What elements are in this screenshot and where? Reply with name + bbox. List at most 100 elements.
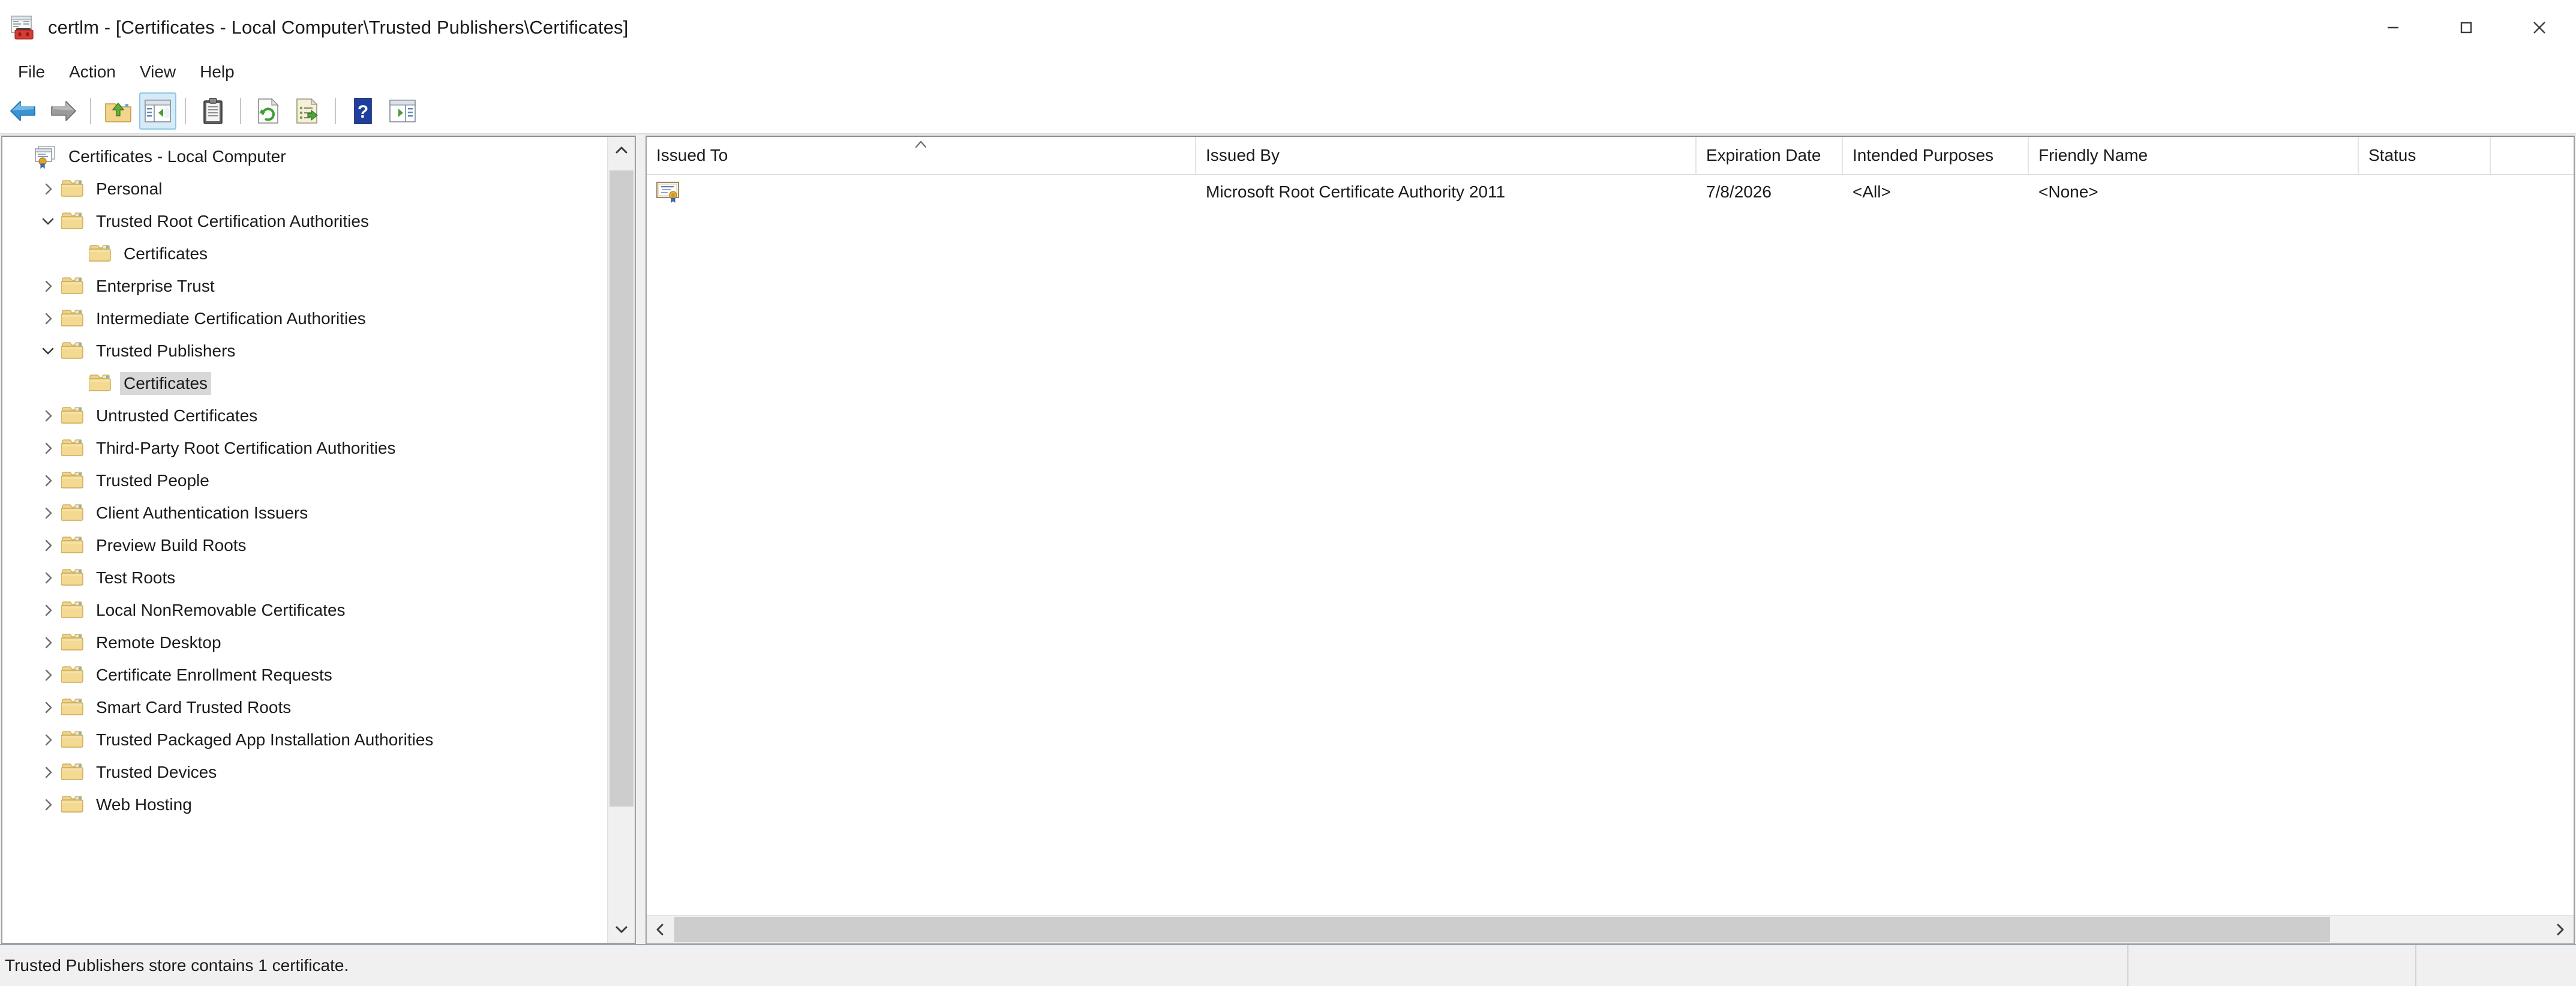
toolbar-separator: [335, 98, 336, 124]
tree-item-intermediate-certification-authorities[interactable]: Intermediate Certification Authorities: [2, 302, 607, 335]
folder-icon: [61, 209, 85, 233]
chevron-right-icon[interactable]: [35, 662, 61, 688]
console-tree: Certificates - Local Computer Personal Tru…: [2, 137, 607, 943]
status-bar: Trusted Publishers store contains 1 cert…: [0, 944, 2576, 986]
list-scroll-thumb[interactable]: [674, 917, 2330, 942]
properties-icon[interactable]: [194, 92, 232, 130]
chevron-right-icon[interactable]: [35, 273, 61, 299]
refresh-icon[interactable]: [250, 92, 287, 130]
folder-icon: [61, 534, 85, 558]
tree-item-label: Certificates - Local Computer: [68, 147, 286, 166]
tree-item-certificates[interactable]: Certificates: [2, 367, 607, 400]
column-header-issued-to[interactable]: Issued To: [647, 137, 1196, 174]
tree-item-trusted-packaged-app-installation-authorities[interactable]: Trusted Packaged App Installation Author…: [2, 724, 607, 756]
column-header-intended-purposes[interactable]: Intended Purposes: [1843, 137, 2029, 174]
list-horizontal-scrollbar[interactable]: [647, 915, 2574, 943]
column-header-status[interactable]: Status: [2359, 137, 2491, 174]
forward-icon[interactable]: [44, 92, 82, 130]
tree-item-trusted-devices[interactable]: Trusted Devices: [2, 756, 607, 789]
scroll-left-icon[interactable]: [647, 916, 674, 943]
chevron-right-icon[interactable]: [35, 727, 61, 753]
tree-item-untrusted-certificates[interactable]: Untrusted Certificates: [2, 400, 607, 432]
tree-item-test-roots[interactable]: Test Roots: [2, 562, 607, 594]
help-icon[interactable]: ?: [344, 92, 382, 130]
cell-expiration-date: 7/8/2026: [1706, 182, 1772, 201]
tree-item-certificates-local-computer[interactable]: Certificates - Local Computer: [2, 140, 607, 173]
scroll-down-icon[interactable]: [608, 915, 635, 943]
list-scroll-track[interactable]: [674, 916, 2546, 943]
column-header-label: Status: [2368, 146, 2416, 164]
sort-ascending-icon: [912, 138, 929, 152]
column-header-issued-by[interactable]: Issued By: [1196, 137, 1697, 174]
chevron-right-icon[interactable]: [35, 694, 61, 721]
up-one-level-icon[interactable]: [100, 92, 137, 130]
pane-splitter[interactable]: [636, 136, 645, 944]
chevron-down-icon[interactable]: [35, 208, 61, 235]
chevron-right-icon[interactable]: [35, 630, 61, 656]
export-list-icon[interactable]: [289, 92, 326, 130]
chevron-down-icon[interactable]: [35, 338, 61, 364]
tree-item-third-party-root-certification-authorities[interactable]: Third-Party Root Certification Authoriti…: [2, 432, 607, 464]
column-header-label: Expiration Date: [1706, 146, 1821, 164]
tree-scroll-track[interactable]: [608, 164, 635, 915]
menu-item-help[interactable]: Help: [188, 59, 247, 85]
scroll-right-icon[interactable]: [2546, 916, 2574, 943]
menu-item-file[interactable]: File: [6, 59, 57, 85]
toolbar-separator: [90, 98, 91, 124]
chevron-right-icon[interactable]: [35, 565, 61, 591]
chevron-right-icon[interactable]: [35, 792, 61, 818]
chevron-right-icon[interactable]: [35, 759, 61, 786]
chevron-right-icon[interactable]: [35, 305, 61, 332]
tree-item-label: Test Roots: [96, 568, 176, 587]
twisty-placeholder: [7, 143, 34, 170]
folder-icon: [61, 728, 85, 752]
menu-item-view[interactable]: View: [128, 59, 188, 85]
tree-item-label: Preview Build Roots: [96, 536, 247, 555]
chevron-right-icon[interactable]: [35, 597, 61, 624]
show-hide-console-tree-icon[interactable]: [139, 92, 176, 130]
column-header-friendly-name[interactable]: Friendly Name: [2029, 137, 2359, 174]
tree-item-trusted-root-certification-authorities[interactable]: Trusted Root Certification Authorities: [2, 205, 607, 238]
tree-item-enterprise-trust[interactable]: Enterprise Trust: [2, 270, 607, 302]
tree-item-label: Local NonRemovable Certificates: [96, 601, 346, 619]
column-header-label: Issued To: [656, 146, 728, 164]
back-icon[interactable]: [5, 92, 42, 130]
chevron-right-icon[interactable]: [35, 532, 61, 559]
tree-item-web-hosting[interactable]: Web Hosting: [2, 789, 607, 821]
chevron-right-icon[interactable]: [35, 467, 61, 494]
menu-item-action[interactable]: Action: [57, 59, 128, 85]
scroll-up-icon[interactable]: [608, 137, 635, 164]
folder-icon: [61, 663, 85, 687]
tree-item-label: Third-Party Root Certification Authoriti…: [96, 439, 396, 457]
tree-item-personal[interactable]: Personal: [2, 173, 607, 205]
close-icon[interactable]: [2503, 0, 2576, 55]
twisty-placeholder: [62, 241, 89, 267]
tree-item-label: Certificates: [120, 372, 212, 395]
column-header-label: Intended Purposes: [1853, 146, 1994, 164]
chevron-right-icon[interactable]: [35, 500, 61, 526]
certificate-row[interactable]: Microsoft Root Certificate Authority 201…: [647, 175, 2574, 209]
chevron-right-icon[interactable]: [35, 403, 61, 429]
tree-item-smart-card-trusted-roots[interactable]: Smart Card Trusted Roots: [2, 691, 607, 724]
chevron-right-icon[interactable]: [35, 176, 61, 202]
tree-item-preview-build-roots[interactable]: Preview Build Roots: [2, 529, 607, 562]
tree-vertical-scrollbar[interactable]: [607, 137, 635, 943]
column-header-expiration-date[interactable]: Expiration Date: [1697, 137, 1843, 174]
tree-item-trusted-publishers[interactable]: Trusted Publishers: [2, 335, 607, 367]
minimize-icon[interactable]: [2356, 0, 2430, 55]
tree-item-certificate-enrollment-requests[interactable]: Certificate Enrollment Requests: [2, 659, 607, 691]
show-hide-action-pane-icon[interactable]: [384, 92, 421, 130]
maximize-icon[interactable]: [2430, 0, 2503, 55]
tree-item-label: Trusted Packaged App Installation Author…: [96, 730, 434, 749]
folder-icon: [88, 242, 113, 266]
tree-item-local-nonremovable-certificates[interactable]: Local NonRemovable Certificates: [2, 594, 607, 627]
twisty-placeholder: [62, 370, 89, 397]
tree-item-remote-desktop[interactable]: Remote Desktop: [2, 627, 607, 659]
console-tree-pane: Certificates - Local Computer Personal Tru…: [1, 136, 636, 944]
list-header: Issued To Issued By Expiration Date Intende…: [647, 137, 2574, 175]
tree-item-client-authentication-issuers[interactable]: Client Authentication Issuers: [2, 497, 607, 529]
tree-item-trusted-people[interactable]: Trusted People: [2, 464, 607, 497]
chevron-right-icon[interactable]: [35, 435, 61, 461]
tree-item-certificates[interactable]: Certificates: [2, 238, 607, 270]
tree-scroll-thumb[interactable]: [610, 170, 634, 807]
